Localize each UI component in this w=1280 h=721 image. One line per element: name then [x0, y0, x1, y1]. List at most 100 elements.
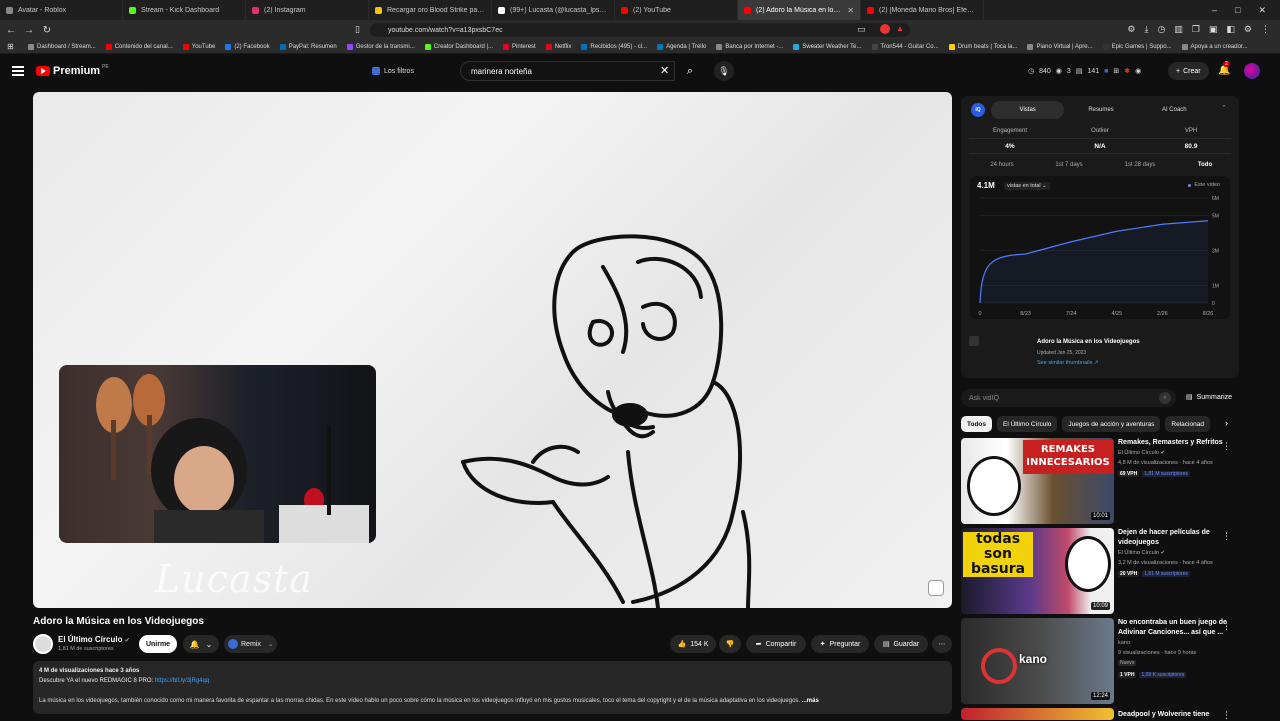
recommendation-channel[interactable]: El Último Círculo ✔ [1118, 550, 1165, 556]
chip-channel[interactable]: El Último Círculo [997, 416, 1058, 432]
bookmark-item[interactable]: Dashboard / Stream... [28, 43, 96, 50]
bookmark-item[interactable]: Epic Games | Suppo... [1102, 43, 1172, 50]
browser-tab[interactable]: Stream - Kick Dashboard [123, 0, 246, 20]
bookmark-item[interactable]: Pinterest [503, 43, 536, 50]
extension-icon[interactable] [880, 24, 890, 34]
recommendation-item[interactable]: Deadpool y Wolverine tiene ⋮ [961, 708, 1251, 720]
wallet-icon[interactable]: ◧ [1226, 24, 1235, 35]
more-options-icon[interactable]: ⋮ [1222, 710, 1231, 721]
recommendation-thumbnail[interactable] [961, 708, 1114, 720]
screenshot-icon[interactable]: ▣ [1209, 24, 1218, 35]
remix-button[interactable]: Remix ⌄ [224, 635, 277, 653]
bookmark-item[interactable]: Apoya a un creador... [1181, 43, 1248, 50]
settings-icon[interactable]: ⚙ [1244, 24, 1252, 35]
ask-vidiq-input[interactable]: Ask vidIQ [961, 389, 1176, 407]
share-button[interactable]: ➦ Compartir [746, 635, 806, 653]
video-player[interactable]: Lucasta [33, 92, 952, 608]
channel-corner-logo-icon[interactable] [928, 580, 944, 596]
bookmark-item[interactable]: YouTube [182, 43, 215, 50]
close-window-button[interactable]: ✕ [1258, 5, 1266, 16]
apps-grid-icon[interactable]: ⊞ [7, 42, 14, 51]
subscription-bell-button[interactable]: 🔔 ⌄ [183, 635, 219, 653]
hamburger-menu-icon[interactable] [12, 66, 24, 76]
send-arrow-icon[interactable]: › [1159, 392, 1171, 404]
recommendation-thumbnail[interactable]: REMAKES INNECESARIOS 10:01 [961, 438, 1114, 524]
vidiq-icon[interactable]: ■ [1104, 68, 1108, 75]
channel-avatar[interactable] [33, 634, 53, 654]
url-field[interactable]: youtube.com/watch?v=a13pxsbC7ec [370, 23, 910, 37]
extension-icon[interactable]: ⚙ [1127, 24, 1135, 35]
reload-icon[interactable]: ↻ [40, 25, 54, 36]
account-avatar[interactable] [1244, 63, 1260, 79]
notifications-bell-icon[interactable]: 🔔 2 [1218, 61, 1230, 76]
more-actions-button[interactable]: ⋯ [932, 635, 952, 653]
chip-related[interactable]: Relacionad [1165, 416, 1210, 432]
range-28d[interactable]: 1st 28 days [1110, 162, 1170, 168]
tab-ai-coach[interactable]: AI Coach [1138, 101, 1211, 119]
recommendation-item[interactable]: todas son basura 10:09 Dejen de hacer pe… [961, 528, 1251, 614]
channel-name[interactable]: El Último Círculo ✔ [58, 635, 130, 644]
maximize-button[interactable]: □ [1235, 5, 1240, 16]
bookmark-item[interactable]: Netflix [545, 43, 571, 50]
range-all[interactable]: Todo [1175, 162, 1235, 168]
chevron-right-icon[interactable]: › [1225, 418, 1228, 428]
video-description[interactable]: 4 M de visualizaciones hace 3 años Descu… [33, 661, 952, 714]
cast-icon[interactable]: ▭ [857, 24, 866, 35]
recommendation-channel[interactable]: kano [1118, 640, 1130, 646]
recommendation-item[interactable]: REMAKES INNECESARIOS 10:01 Remakes, Rema… [961, 438, 1251, 524]
create-button[interactable]: + Crear [1168, 62, 1209, 80]
browser-tab[interactable]: (99+) Lucasta (@lucasta_lps) | TikTok [492, 0, 615, 20]
bookmark-item[interactable]: Banca por Internet -... [716, 43, 783, 50]
bookmark-item[interactable]: PayPal: Resumen [279, 43, 337, 50]
bookmark-item[interactable]: Contenido del canal... [105, 43, 173, 50]
ask-button[interactable]: ✦ Preguntar [811, 635, 869, 653]
menu-dots-icon[interactable]: ⋮ [1261, 24, 1270, 35]
grid-icon[interactable]: ⊞ [1113, 67, 1119, 75]
recommendation-thumbnail[interactable]: todas son basura 10:09 [961, 528, 1114, 614]
more-options-icon[interactable]: ⋮ [1222, 531, 1231, 542]
minimize-button[interactable]: – [1212, 5, 1217, 16]
dislike-button[interactable]: 👎 [719, 635, 741, 653]
filters-button[interactable]: Los filtros [372, 64, 414, 78]
browser-tab[interactable]: (2) [Moneda Mario Bros] Efecto de S [861, 0, 984, 20]
copy-icon[interactable]: ❐ [1192, 24, 1200, 35]
summarize-button[interactable]: ▤ Summarize [1186, 393, 1232, 402]
microphone-icon[interactable]: 🎙 [714, 61, 734, 81]
browser-tab[interactable]: Avatar - Roblox [0, 0, 123, 20]
search-icon[interactable]: ⌕ [679, 61, 701, 81]
tab-vistas[interactable]: Vistas [991, 101, 1065, 119]
collapse-icon[interactable]: ⌃ [1221, 104, 1227, 112]
show-more-link[interactable]: ...más [802, 698, 819, 704]
chip-action-adventure[interactable]: Juegos de acción y aventuras [1062, 416, 1161, 432]
youtube-logo[interactable]: Premium PE [36, 64, 109, 77]
bookmark-item[interactable]: Gestor de la transmi... [346, 43, 415, 50]
recommendation-thumbnail[interactable]: kano 12:24 [961, 618, 1114, 704]
bookmark-item[interactable]: Sweater Weather Te... [793, 43, 862, 50]
range-7d[interactable]: 1st 7 days [1039, 162, 1099, 168]
like-button[interactable]: 👍 154 K [670, 635, 716, 653]
tab-resumes[interactable]: Resumes [1064, 101, 1137, 119]
save-button[interactable]: ▤ Guardar [874, 635, 928, 653]
extension-icon[interactable]: ✱ [1124, 67, 1130, 75]
recommendation-channel[interactable]: El Último Círculo ✔ [1118, 450, 1165, 456]
similar-thumbnails-link[interactable]: See similar thumbnails ↗ [1037, 360, 1098, 366]
bookmark-icon[interactable]: ▯ [355, 24, 360, 35]
bookmark-item[interactable]: Drum beats | Toca la... [948, 43, 1017, 50]
join-button[interactable]: Unirme [139, 635, 177, 653]
browser-tab[interactable]: (2) Instagram [246, 0, 369, 20]
sidebar-icon[interactable]: ▥ [1174, 24, 1183, 35]
search-input[interactable]: marinera norteña [460, 61, 675, 81]
bookmark-item[interactable]: (2) Facebook [225, 43, 270, 50]
promo-link[interactable]: https://bit.ly/3jRg4qq [155, 678, 209, 684]
more-options-icon[interactable]: ⋮ [1222, 621, 1231, 632]
bookmark-item[interactable]: Recibidos (495) - cl... [581, 43, 647, 50]
warning-icon[interactable]: ▲ [896, 24, 904, 33]
history-icon[interactable]: ◷ [1157, 24, 1165, 35]
bookmark-item[interactable]: Agenda | Trello [657, 43, 706, 50]
more-options-icon[interactable]: ⋮ [1222, 441, 1231, 452]
bookmark-item[interactable]: Tron544 - Guitar Co... [871, 43, 939, 50]
range-24h[interactable]: 24 hours [972, 162, 1032, 168]
recommendation-item[interactable]: kano 12:24 No encontraba un buen juego d… [961, 618, 1251, 704]
chip-todos[interactable]: Todos [961, 416, 993, 432]
browser-tab[interactable]: Recargar oro Blood Strike pagos fácil [369, 0, 492, 20]
